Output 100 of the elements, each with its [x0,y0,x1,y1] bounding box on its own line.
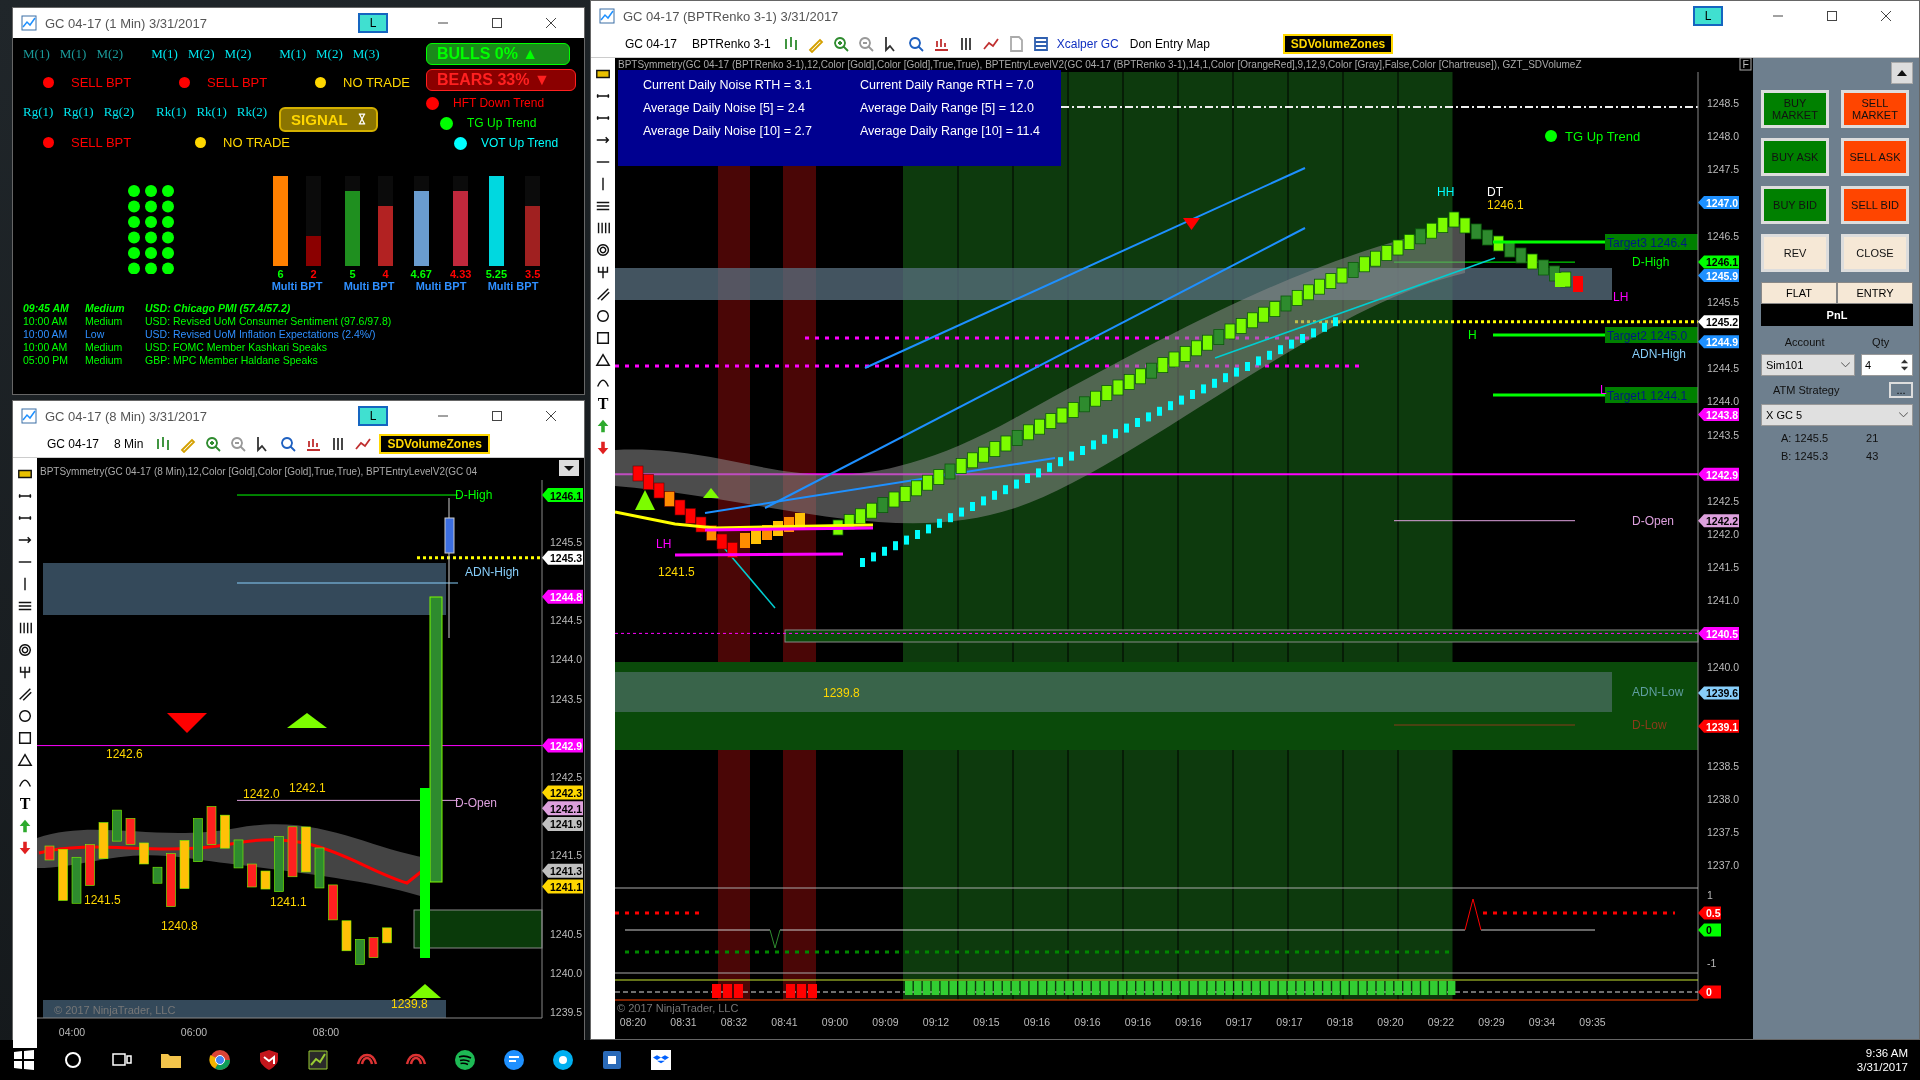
order-button[interactable]: REV [1761,234,1829,272]
clock-date: 3/31/2017 [1856,1061,1908,1073]
indicator-list: BPTSymmetry(GC 04-17 (BPTRenko 3-1),12,Color [Gold],Color [Gold],True,True), BPTEntryLevelV2(GC 04-17 (BPTRenko 3-1),14,1,Color [OrangeRed],9,12,9,Color [Gray],False,Color [Chartreuse]), GZT_SDVolumeZ [618,59,1582,70]
news-impact: Medium [85,354,124,367]
news-time: 09:45 AM [23,302,70,315]
range-label: Rk(2) [236,104,268,120]
swing-label: HH [1437,185,1455,199]
target-label: Target2 1245.0 [1605,327,1698,343]
price-marker: 1239.1 [1698,719,1739,733]
news-event: USD: Revised UoM Inflation Expectations (2.4%/) [145,328,377,341]
order-button[interactable]: BUY ASK [1761,138,1829,176]
meter-label: Multi BPT [487,280,539,292]
swing-label: DT [1487,185,1503,199]
price-tick: 1242.5 [1707,494,1740,507]
order-button[interactable]: SELL MARKET [1841,90,1909,128]
quote-size: 21 [1866,432,1879,444]
field-label: Qty [1872,336,1890,348]
price-marker: 1242.3 [542,785,583,800]
price-tick: 1247.5 [1707,163,1740,176]
time-tick: 04:00 [58,1026,86,1038]
price-tick: 1242.0 [1707,527,1740,540]
range-label: Rg(1) [63,104,94,120]
order-button[interactable]: CLOSE [1841,234,1909,272]
swing-label: 1239.8 [823,686,860,700]
quote-price: B: 1245.3 [1781,450,1829,462]
price-tick: 1246.5 [1707,229,1740,242]
signal-label: SIGNAL [291,110,348,128]
atm-select[interactable]: X GC 5 [1761,404,1913,426]
interval-dropdown[interactable]: BPTRenko 3-1 [688,37,775,51]
level-label: D-Open [455,796,498,810]
price-tick: 1238.0 [1707,793,1740,806]
time-tick: 09:00 [821,1016,849,1028]
trend-label: TG Up Trend [467,116,537,130]
field-label: Account [1784,336,1825,348]
price-annotation: 1239.8 [391,997,428,1011]
time-tick: 09:34 [1528,1016,1556,1028]
order-button[interactable]: SELL BID [1841,186,1909,224]
flat-button[interactable]: FLAT [1761,282,1837,304]
range-label: Rg(2) [103,104,135,120]
price-annotation: 1240.8 [161,919,198,933]
indicator-button[interactable]: SDVolumeZones [379,434,490,454]
quote-size: 43 [1866,450,1879,462]
news-event: USD: Revised UoM Consumer Sentiment (97.6/97.8) [145,315,393,328]
meter-value: 4 [382,268,389,280]
link-button[interactable]: L [358,406,388,426]
mode-label: M(1) [151,46,178,62]
instrument-dropdown[interactable]: GC 04-17 [43,437,104,451]
interval-dropdown[interactable]: 8 Min [110,437,148,451]
news-impact: Medium [85,302,126,315]
order-button[interactable]: BUY MARKET [1761,90,1829,128]
text-tool[interactable]: T [19,796,31,812]
text-tool[interactable]: T [597,396,609,412]
template-link[interactable]: Xcalper GC [1056,37,1119,51]
entry-button[interactable]: ENTRY [1837,282,1913,304]
meter-value: 4.33 [450,268,472,280]
price-marker: 1241.1 [542,879,583,894]
time-tick: 08:32 [720,1016,748,1028]
value-marker: 0.5 [1698,906,1721,920]
level-label: ADN-Low [1632,685,1684,699]
f-button[interactable]: F [1739,58,1752,71]
link-button[interactable]: L [358,13,388,33]
value-marker: 0 [1698,923,1721,937]
trend-label: HFT Down Trend [453,96,545,110]
range-label: Rk(1) [196,104,227,120]
price-tick: 1243.5 [550,692,583,705]
stats-text: Average Daily Noise [10] = 2.7 [643,124,812,138]
swing-label: L [1600,383,1607,397]
price-annotation: 1242.6 [106,747,143,761]
quantity-field[interactable]: 4 [1861,354,1913,376]
order-button[interactable]: SELL ASK [1841,138,1909,176]
price-annotation: 1241.5 [84,893,121,907]
price-annotation: 1242.0 [243,787,280,801]
news-impact: Low [85,328,106,341]
mode-label: M(2) [187,46,215,62]
atm-button[interactable]: ... [1889,382,1913,398]
time-tick: 09:18 [1326,1016,1354,1028]
bears-indicator: BEARS 33% ▼ [426,69,576,91]
stats-text: Average Daily Range [10] = 11.4 [860,124,1040,138]
indicator-button[interactable]: SDVolumeZones [1282,34,1394,54]
price-marker: 1241.3 [542,863,583,878]
news-event: USD: Chicago PMI (57.4/57.2) [145,302,292,315]
price-marker: 1242.1 [542,801,583,816]
mode-label: M(1) [279,46,307,62]
level-label: D-High [455,488,493,502]
clock-time: 9:36 AM [1865,1047,1908,1059]
account-select[interactable]: Sim101 [1761,354,1855,376]
time-tick: 09:16 [1023,1016,1051,1028]
template-dropdown[interactable]: Don Entry Map [1125,37,1276,51]
news-time: 10:00 AM [23,315,69,328]
news-impact: Medium [85,341,124,354]
price-marker: 1241.9 [542,816,583,831]
order-button[interactable]: BUY BID [1761,186,1829,224]
price-tick: 1245.5 [550,536,583,548]
signal-label: NO TRADE [223,134,290,150]
link-button[interactable]: L [1693,6,1723,26]
swing-label: LH [656,537,672,551]
time-tick: 09:17 [1225,1016,1253,1028]
window-title: GC 04-17 (1 Min) 3/31/2017 [45,15,208,31]
time-tick: 09:16 [1074,1016,1101,1028]
instrument-dropdown[interactable]: GC 04-17 [621,37,682,51]
